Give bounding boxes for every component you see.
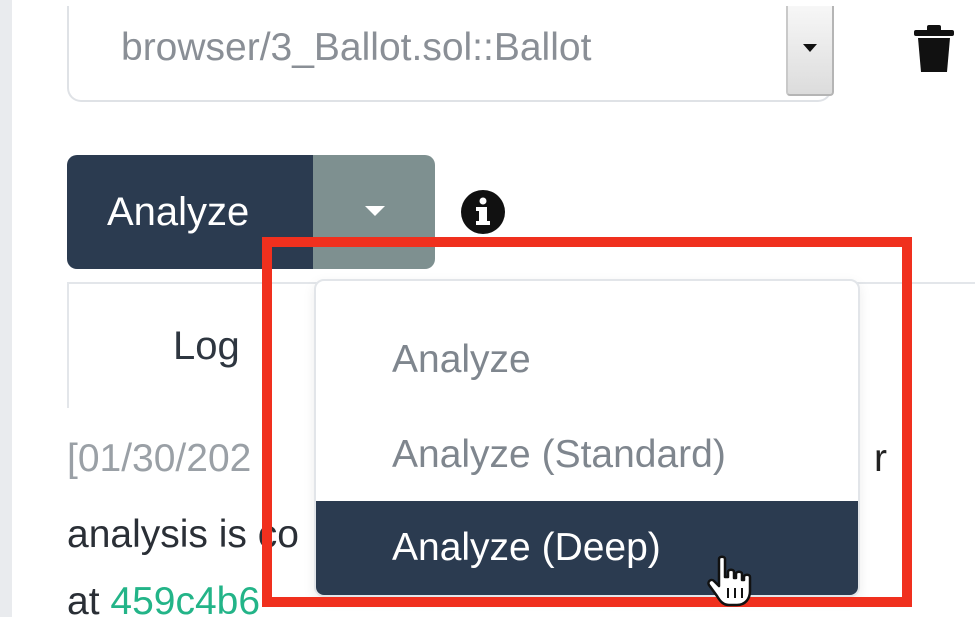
chevron-down-icon[interactable] <box>786 6 834 96</box>
log-line: at 459c4b6 <box>67 580 260 624</box>
info-icon[interactable] <box>460 189 506 235</box>
contract-select-value: browser/3_Ballot.sol::Ballot <box>121 26 592 69</box>
panel-left-edge <box>0 0 12 617</box>
tab-log[interactable]: Log <box>173 324 240 369</box>
log-line: [01/30/202 <box>67 437 252 480</box>
hand-pointer-icon <box>707 555 752 607</box>
contract-select[interactable]: browser/3_Ballot.sol::Ballot <box>67 6 832 102</box>
highlight-annotation <box>262 237 912 607</box>
trash-icon[interactable] <box>912 24 956 74</box>
